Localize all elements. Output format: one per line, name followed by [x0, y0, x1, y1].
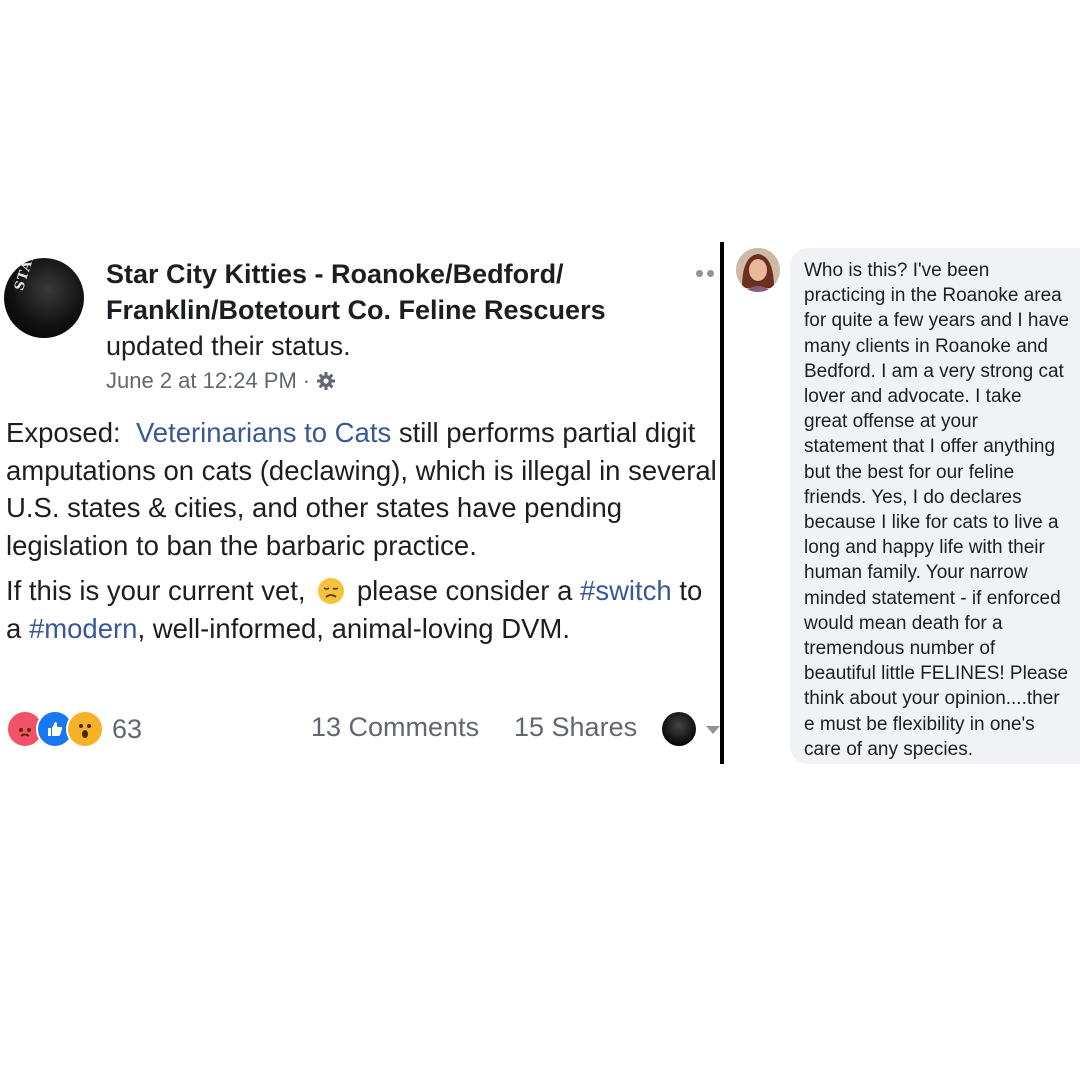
mentioned-page-link[interactable]: Veterinarians to Cats	[136, 417, 391, 448]
wow-reaction-icon	[66, 710, 104, 748]
commenter-avatar[interactable]	[736, 248, 780, 292]
reactions-summary[interactable]: 63	[6, 710, 142, 748]
comment-text: Who is this? I've been practicing in the…	[804, 260, 1070, 760]
more-options-icon[interactable]	[696, 270, 714, 277]
post-footer: 63 13 Comments 15 Shares	[6, 710, 722, 754]
shares-count-link[interactable]: 15 Shares	[514, 712, 637, 743]
comment-bubble: Who is this? I've been practicing in the…	[790, 248, 1080, 764]
divider-line	[720, 242, 724, 764]
gear-icon	[317, 372, 336, 390]
share-as-avatar[interactable]	[662, 712, 696, 746]
post-body: Exposed: Veterinarians to Cats still per…	[6, 414, 718, 655]
page-avatar[interactable]: STAR CITY KITTIES	[4, 258, 84, 338]
page-logo: STAR CITY KITTIES	[12, 258, 76, 293]
disappointed-face-icon	[318, 578, 345, 604]
hashtag-switch-link[interactable]: #switch	[580, 575, 672, 606]
facebook-post: STAR CITY KITTIES Star City Kitties - Ro…	[0, 248, 722, 768]
post-meta: June 2 at 12:24 PM ·	[106, 368, 336, 394]
post-action-text: updated their status.	[106, 331, 351, 361]
reaction-count: 63	[112, 713, 143, 744]
page-name-link[interactable]: Star City Kitties - Roanoke/Bedford/ Fra…	[106, 256, 666, 328]
post-timestamp[interactable]: June 2 at 12:24 PM	[106, 368, 297, 394]
post-paragraph-2: If this is your current vet, please cons…	[6, 575, 703, 644]
meta-separator: ·	[302, 368, 311, 393]
hashtag-modern-link[interactable]: #modern	[29, 613, 138, 644]
post-paragraph-1: Exposed: Veterinarians to Cats still per…	[6, 417, 717, 561]
chevron-down-icon[interactable]	[706, 726, 720, 734]
comments-count-link[interactable]: 13 Comments	[311, 712, 479, 743]
